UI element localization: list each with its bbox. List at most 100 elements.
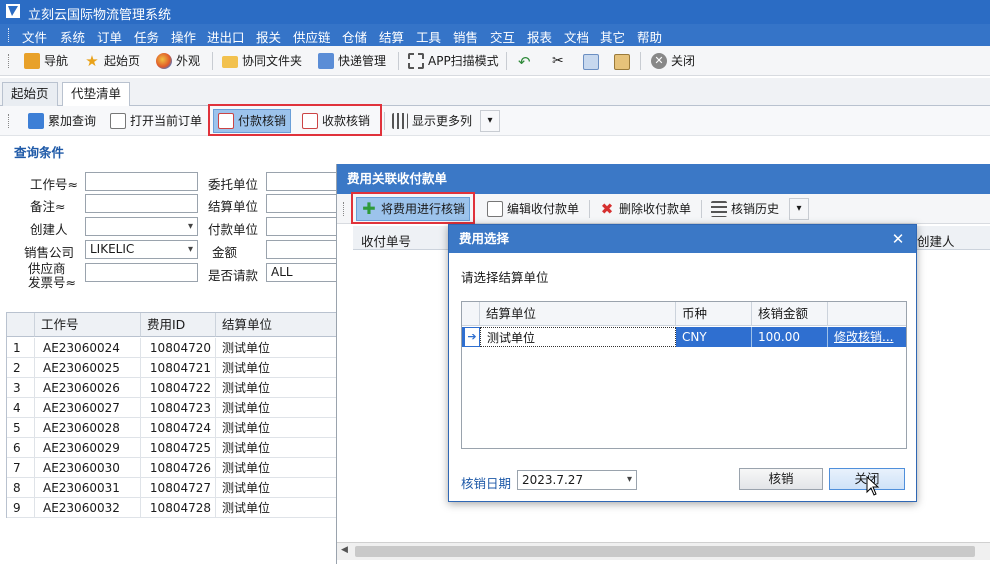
row-job-no[interactable]: AE23060026 [35,378,141,398]
row-index[interactable]: 5 [7,418,35,438]
chevron-down-icon[interactable]: ▾ [789,198,809,220]
scroll-left-icon[interactable]: ◀ [341,545,348,555]
open-order-button[interactable]: 打开当前订单 [110,112,202,130]
table-row[interactable]: 8 AE23060031 10804727 测试单位 [7,478,339,498]
menu-reports[interactable]: 报表 [527,27,552,46]
col-creator[interactable]: 创建人 [917,231,955,250]
grid-header-fee-id[interactable]: 费用ID [141,313,216,337]
row-job-no[interactable]: AE23060028 [35,418,141,438]
amount-input[interactable] [266,240,338,259]
table-row[interactable]: 9 AE23060032 10804728 测试单位 [7,498,339,518]
table-row[interactable]: 2 AE23060025 10804721 测试单位 [7,358,339,378]
row-currency[interactable]: CNY [676,327,752,347]
menu-task[interactable]: 任务 [134,27,159,46]
dialog-close-icon[interactable]: ✕ [889,230,907,248]
horizontal-scrollbar[interactable]: ◀ [337,542,990,560]
writeoff-history-button[interactable]: 核销历史 [711,200,779,218]
row-settle-unit[interactable]: 测试单位 [216,438,339,458]
app-scan-button[interactable]: APP扫描模式 [408,52,499,70]
express-button[interactable]: 快递管理 [318,52,386,70]
writeoff-button[interactable]: 核销 [739,468,823,490]
row-settle-unit[interactable]: 测试单位 [216,458,339,478]
table-row[interactable]: 3 AE23060026 10804722 测试单位 [7,378,339,398]
pay-writeoff-button[interactable]: 付款核销 [213,109,292,133]
row-job-no[interactable]: AE23060024 [35,338,141,358]
table-row[interactable]: 5 AE23060028 10804724 测试单位 [7,418,339,438]
row-settle-unit[interactable]: 测试单位 [480,327,676,347]
nav-button[interactable]: 导航 [24,52,68,70]
row-amount[interactable]: 100.00 [752,327,828,347]
paste-icon[interactable] [614,54,630,70]
settle-unit-input[interactable] [266,194,338,213]
menu-interaction[interactable]: 交互 [490,27,515,46]
row-settle-unit[interactable]: 测试单位 [216,338,339,358]
table-row[interactable]: 4 AE23060027 10804723 测试单位 [7,398,339,418]
menu-file[interactable]: 文件 [22,27,47,46]
home-button[interactable]: ★ 起始页 [84,52,140,70]
menu-operation[interactable]: 操作 [171,27,196,46]
menu-order[interactable]: 订单 [97,27,122,46]
row-fee-id[interactable]: 10804726 [141,458,216,478]
row-index[interactable]: 4 [7,398,35,418]
row-fee-id[interactable]: 10804720 [141,338,216,358]
close-button[interactable]: ✕ 关闭 [651,52,695,70]
supplier-invoice-input[interactable] [85,263,198,282]
row-fee-id[interactable]: 10804725 [141,438,216,458]
table-row[interactable]: 6 AE23060029 10804725 测试单位 [7,438,339,458]
creator-select[interactable] [85,217,198,236]
modify-writeoff-link[interactable]: 修改核销... [828,327,906,347]
table-row[interactable]: 1 AE23060024 10804720 测试单位 [7,338,339,358]
menu-settlement[interactable]: 结算 [379,27,404,46]
row-index[interactable]: 1 [7,338,35,358]
more-columns-button[interactable]: 显示更多列 [392,112,472,130]
sales-company-select[interactable]: LIKELIC [85,240,198,259]
grid-header-currency[interactable]: 币种 [676,302,752,326]
writeoff-date-picker[interactable]: 2023.7.27 [517,470,637,490]
tab-advance-list[interactable]: 代垫清单 [62,82,131,107]
grid-header-settle-unit[interactable]: 结算单位 [480,302,676,326]
grid-header-job-no[interactable]: 工作号 [35,313,141,337]
row-fee-id[interactable]: 10804722 [141,378,216,398]
menu-help[interactable]: 帮助 [637,27,662,46]
menu-other[interactable]: 其它 [600,27,625,46]
row-job-no[interactable]: AE23060032 [35,498,141,518]
receive-writeoff-button[interactable]: 收款核销 [302,112,370,130]
chevron-down-icon[interactable]: ▾ [480,110,500,132]
row-settle-unit[interactable]: 测试单位 [216,398,339,418]
row-settle-unit[interactable]: 测试单位 [216,378,339,398]
row-index[interactable]: 3 [7,378,35,398]
row-index[interactable]: 2 [7,358,35,378]
col-receipt-no[interactable]: 收付单号 [361,231,411,250]
row-fee-id[interactable]: 10804727 [141,478,216,498]
row-job-no[interactable]: AE23060030 [35,458,141,478]
menu-documents[interactable]: 文档 [564,27,589,46]
table-row[interactable]: 7 AE23060030 10804726 测试单位 [7,458,339,478]
menu-import-export[interactable]: 进出口 [207,27,245,46]
menu-sales[interactable]: 销售 [453,27,478,46]
row-settle-unit[interactable]: 测试单位 [216,478,339,498]
row-settle-unit[interactable]: 测试单位 [216,498,339,518]
menu-warehouse[interactable]: 仓储 [342,27,367,46]
row-index[interactable]: 9 [7,498,35,518]
accumulate-query-button[interactable]: 累加查询 [28,112,96,130]
row-fee-id[interactable]: 10804723 [141,398,216,418]
appearance-button[interactable]: 外观 [156,52,200,70]
row-job-no[interactable]: AE23060031 [35,478,141,498]
menu-tools[interactable]: 工具 [416,27,441,46]
menu-supply-chain[interactable]: 供应链 [293,27,331,46]
job-no-input[interactable] [85,172,198,191]
client-input[interactable] [266,172,338,191]
edit-receipt-button[interactable]: 编辑收付款单 [487,200,579,218]
menu-customs[interactable]: 报关 [256,27,281,46]
row-job-no[interactable]: AE23060025 [35,358,141,378]
pay-unit-input[interactable] [266,217,338,236]
row-fee-id[interactable]: 10804728 [141,498,216,518]
menu-system[interactable]: 系统 [60,27,85,46]
cut-icon[interactable]: ✂ [552,53,564,69]
row-settle-unit[interactable]: 测试单位 [216,358,339,378]
row-job-no[interactable]: AE23060027 [35,398,141,418]
row-settle-unit[interactable]: 测试单位 [216,418,339,438]
grid-header-writeoff-amount[interactable]: 核销金额 [752,302,828,326]
writeoff-fee-button[interactable]: ✚ 将费用进行核销 [356,197,471,221]
row-index[interactable]: 6 [7,438,35,458]
